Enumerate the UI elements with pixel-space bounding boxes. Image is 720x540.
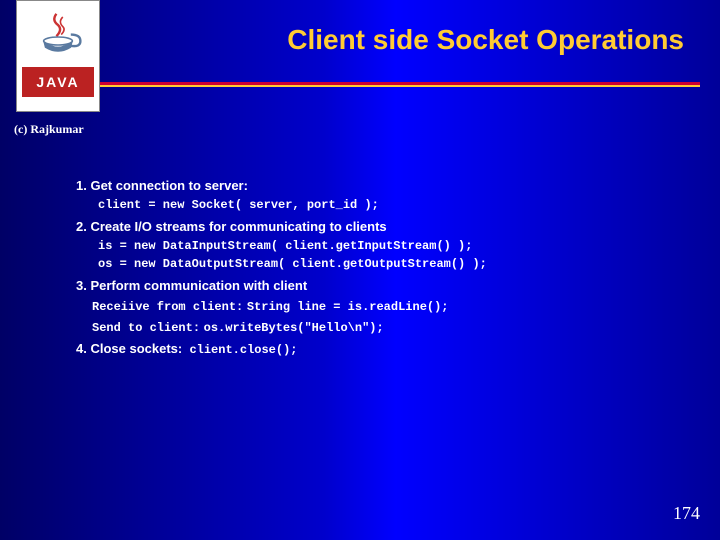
slide: JAVA Client side Socket Operations (c) R…	[0, 0, 720, 540]
step-1: 1. Get connection to server: client = ne…	[76, 176, 680, 215]
code-line: client.close();	[189, 343, 297, 357]
code-line: os = new DataOutputStream( client.getOut…	[76, 255, 680, 274]
step-2: 2. Create I/O streams for communicating …	[76, 217, 680, 274]
java-cup-icon	[34, 9, 82, 57]
java-logo-label: JAVA	[22, 67, 94, 97]
step-4: 4. Close sockets: client.close();	[76, 339, 680, 360]
step-3: 3. Perform communication with client Rec…	[76, 276, 680, 337]
copyright-text: (c) Rajkumar	[14, 122, 84, 137]
page-number: 174	[673, 503, 700, 524]
title-divider	[100, 82, 700, 87]
java-logo: JAVA	[16, 0, 100, 112]
code-line: client = new Socket( server, port_id );	[76, 196, 680, 215]
code-line: Receiive from client: String line = is.r…	[76, 296, 680, 317]
step-heading: 4. Close sockets:	[76, 341, 182, 356]
step-heading: 2. Create I/O streams for communicating …	[76, 219, 387, 234]
code-line: Send to client: os.writeBytes("Hello\n")…	[76, 317, 680, 338]
code-line: is = new DataInputStream( client.getInpu…	[76, 237, 680, 256]
step-heading: 3. Perform communication with client	[76, 278, 307, 293]
slide-content: 1. Get connection to server: client = ne…	[76, 176, 680, 362]
slide-title: Client side Socket Operations	[287, 24, 684, 56]
step-heading: 1. Get connection to server:	[76, 178, 248, 193]
